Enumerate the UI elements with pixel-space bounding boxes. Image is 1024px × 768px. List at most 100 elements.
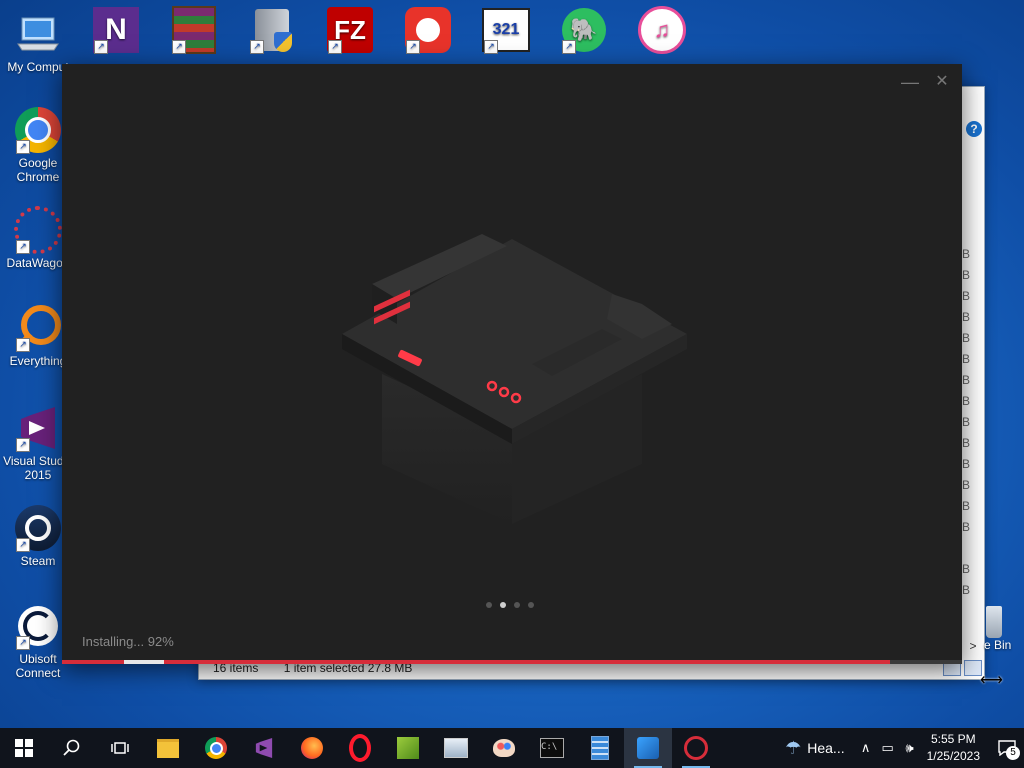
image-viewer-icon: [444, 738, 468, 758]
task-view-icon: [111, 742, 129, 754]
umbrella-icon: ☂: [785, 737, 802, 758]
taskbar-installer[interactable]: [624, 728, 672, 768]
volume-icon[interactable]: 🕪: [899, 740, 921, 756]
desktop-icon-itunes[interactable]: ♫: [624, 6, 700, 56]
taskbar-app-green[interactable]: [384, 728, 432, 768]
taskbar-visual-studio[interactable]: [240, 728, 288, 768]
size-cell: B: [961, 499, 970, 513]
size-cell: [962, 541, 970, 562]
taskbar-calculator[interactable]: [576, 728, 624, 768]
taskbar: C:\ ☂ Hea... ∧ ▭ 🕪 5:55 PM 1/25/2023 5: [0, 728, 1024, 768]
size-cell: B: [961, 583, 970, 597]
desktop-icon-recycle-bin[interactable]: e Bin: [984, 606, 1024, 652]
slide-dot[interactable]: [528, 602, 534, 608]
taskbar-chrome[interactable]: [192, 728, 240, 768]
filezilla-icon: FZ ↗: [326, 6, 374, 54]
weather-widget[interactable]: ☂ Hea...: [785, 738, 845, 759]
desktop-icon-gom-player[interactable]: ↗: [390, 6, 466, 56]
recycle-bin-icon: [986, 606, 1002, 638]
media-player-classic-icon: 321 ↗: [482, 6, 530, 54]
magnifier-icon: ↗: [14, 304, 62, 352]
task-view-button[interactable]: [96, 728, 144, 768]
minimize-button[interactable]: —: [894, 70, 926, 94]
visual-studio-icon: [255, 737, 273, 759]
visual-studio-icon: ↗: [14, 404, 62, 452]
network-icon[interactable]: ▭: [877, 740, 899, 756]
folder-icon: [157, 738, 179, 758]
shortcut-arrow-icon: ↗: [172, 40, 186, 54]
app-icon: [397, 737, 419, 759]
clock[interactable]: 5:55 PM 1/25/2023: [927, 731, 980, 765]
desktop-icon-nvda[interactable]: N ↗: [78, 6, 154, 56]
progress-bar: [62, 660, 962, 664]
system-tray: ☂ Hea... ∧ ▭ 🕪 5:55 PM 1/25/2023 5: [785, 728, 1024, 768]
taskbar-file-explorer[interactable]: [144, 728, 192, 768]
size-cell: B: [961, 457, 970, 471]
slide-indicator: [486, 602, 534, 608]
taskbar-paint[interactable]: [480, 728, 528, 768]
desktop-icon-process[interactable]: ↗: [234, 6, 310, 56]
taskbar-firefox[interactable]: [288, 728, 336, 768]
desktop-icon-filezilla[interactable]: FZ ↗: [312, 6, 388, 56]
weather-text: Hea...: [807, 740, 845, 756]
size-cell: B: [961, 247, 970, 261]
datawagon-icon: ↗: [14, 206, 62, 254]
chrome-icon: ↗: [14, 106, 62, 154]
close-button[interactable]: ✕: [926, 70, 958, 94]
gom-player-icon: ↗: [404, 6, 452, 54]
shortcut-arrow-icon: ↗: [484, 40, 498, 54]
size-cell: B: [961, 478, 970, 492]
desktop-icon-label: e Bin: [984, 638, 1012, 652]
nvda-icon: N ↗: [92, 6, 140, 54]
start-button[interactable]: [0, 728, 48, 768]
windows-logo-icon: [15, 739, 33, 757]
desktop-icon-evernote[interactable]: 🐘 ↗: [546, 6, 622, 56]
size-cell: B: [961, 436, 970, 450]
winrar-icon: ↗: [170, 6, 218, 54]
progress-fill: [62, 660, 890, 664]
search-button[interactable]: [48, 728, 96, 768]
evernote-icon: 🐘 ↗: [560, 6, 608, 54]
taskbar-opera[interactable]: [336, 728, 384, 768]
chrome-icon: [205, 737, 227, 759]
size-cell: B: [961, 310, 970, 324]
size-cell: B: [961, 415, 970, 429]
shortcut-arrow-icon: ↗: [16, 240, 30, 254]
taskbar-command-prompt[interactable]: C:\: [528, 728, 576, 768]
opera-icon: [349, 734, 371, 762]
desktop-icon-label: Google Chrome: [16, 156, 60, 184]
help-icon[interactable]: ?: [966, 121, 982, 137]
itunes-icon: ♫: [638, 6, 686, 54]
shortcut-arrow-icon: ↗: [94, 40, 108, 54]
desktop-icon-winrar[interactable]: ↗: [156, 6, 232, 56]
clock-time: 5:55 PM: [930, 732, 976, 746]
size-cell: B: [961, 373, 970, 387]
progress-glint: [124, 660, 164, 664]
shortcut-arrow-icon: ↗: [16, 438, 30, 452]
notification-center-button[interactable]: 5: [990, 728, 1024, 768]
terminal-icon: C:\: [540, 738, 564, 758]
desktop-icon-media-player[interactable]: 321 ↗: [468, 6, 544, 56]
taskbar-image-viewer[interactable]: [432, 728, 480, 768]
shortcut-arrow-icon: ↗: [562, 40, 576, 54]
size-column: BBBBBBBBBBBBBBBB: [962, 247, 970, 604]
calculator-icon: [591, 736, 609, 760]
size-cell: B: [961, 562, 970, 576]
shortcut-arrow-icon: ↗: [328, 40, 342, 54]
size-cell: B: [961, 331, 970, 345]
installer-icon: [637, 737, 659, 759]
shortcut-arrow-icon: ↗: [406, 40, 420, 54]
shortcut-arrow-icon: ↗: [16, 140, 30, 154]
resize-cursor-icon: ⟷: [980, 672, 1003, 689]
slide-dot[interactable]: [514, 602, 520, 608]
taskbar-red-app[interactable]: [672, 728, 720, 768]
slide-dot[interactable]: [500, 602, 506, 608]
shield-setup-icon: ↗: [248, 6, 296, 54]
scroll-right-button[interactable]: >: [966, 639, 980, 653]
slide-dot[interactable]: [486, 602, 492, 608]
installer-window: — ✕ Installing... 92%: [62, 64, 962, 664]
show-hidden-icons-button[interactable]: ∧: [855, 740, 877, 756]
ubisoft-icon: ↗: [14, 602, 62, 650]
size-cell: B: [961, 394, 970, 408]
firefox-icon: [301, 737, 323, 759]
